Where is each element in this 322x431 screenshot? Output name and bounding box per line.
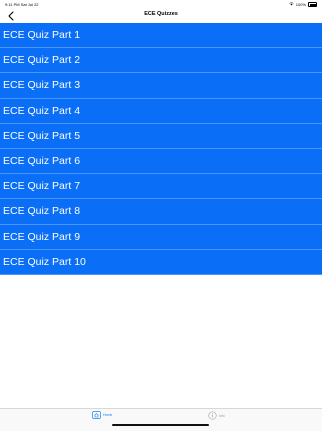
list-item-quiz-10[interactable]: ECE Quiz Part 10 bbox=[0, 249, 322, 275]
tab-home-label: Home bbox=[103, 413, 113, 417]
list-item-quiz-8[interactable]: ECE Quiz Part 8 bbox=[0, 199, 322, 225]
status-time: 9:11 PM bbox=[5, 2, 20, 7]
list-item-label: ECE Quiz Part 1 bbox=[3, 29, 81, 42]
tab-bar: Home Info bbox=[0, 408, 322, 431]
quiz-list: ECE Quiz Part 1 ECE Quiz Part 2 ECE Quiz… bbox=[0, 23, 322, 275]
list-item-quiz-6[interactable]: ECE Quiz Part 6 bbox=[0, 148, 322, 175]
list-item-label: ECE Quiz Part 7 bbox=[3, 180, 81, 193]
status-indicators: 100% bbox=[289, 2, 317, 7]
list-item-label: ECE Quiz Part 6 bbox=[3, 155, 81, 168]
list-item-label: ECE Quiz Part 8 bbox=[3, 205, 81, 218]
list-item-quiz-2[interactable]: ECE Quiz Part 2 bbox=[0, 48, 322, 74]
list-item-quiz-7[interactable]: ECE Quiz Part 7 bbox=[0, 174, 322, 200]
battery-percent: 100% bbox=[295, 2, 306, 7]
home-icon bbox=[92, 411, 101, 419]
list-item-label: ECE Quiz Part 9 bbox=[3, 230, 81, 243]
page-title: ECE Quizzes bbox=[144, 11, 178, 17]
wifi-icon bbox=[289, 2, 294, 7]
list-item-quiz-1[interactable]: ECE Quiz Part 1 bbox=[0, 23, 322, 49]
status-date: Sat Jul 22 bbox=[20, 2, 39, 7]
tab-info-label: Info bbox=[219, 413, 225, 418]
list-item-label: ECE Quiz Part 2 bbox=[3, 54, 81, 67]
battery-icon bbox=[308, 2, 317, 7]
list-item-label: ECE Quiz Part 4 bbox=[3, 104, 81, 117]
list-item-quiz-3[interactable]: ECE Quiz Part 3 bbox=[0, 73, 322, 99]
status-bar: 9:11 PM Sat Jul 22 100% bbox=[0, 0, 322, 8]
list-item-label: ECE Quiz Part 5 bbox=[3, 129, 81, 142]
tab-info[interactable]: Info bbox=[208, 411, 225, 420]
home-indicator bbox=[112, 424, 209, 426]
list-item-label: ECE Quiz Part 3 bbox=[3, 79, 81, 92]
list-item-quiz-5[interactable]: ECE Quiz Part 5 bbox=[0, 123, 322, 149]
tab-home[interactable]: Home bbox=[92, 411, 112, 419]
list-item-label: ECE Quiz Part 10 bbox=[3, 255, 86, 268]
navigation-bar: ECE Quizzes bbox=[0, 8, 322, 23]
info-icon bbox=[208, 411, 217, 420]
list-item-quiz-4[interactable]: ECE Quiz Part 4 bbox=[0, 98, 322, 124]
status-time-date: 9:11 PM Sat Jul 22 bbox=[5, 2, 39, 7]
list-item-quiz-9[interactable]: ECE Quiz Part 9 bbox=[0, 224, 322, 250]
